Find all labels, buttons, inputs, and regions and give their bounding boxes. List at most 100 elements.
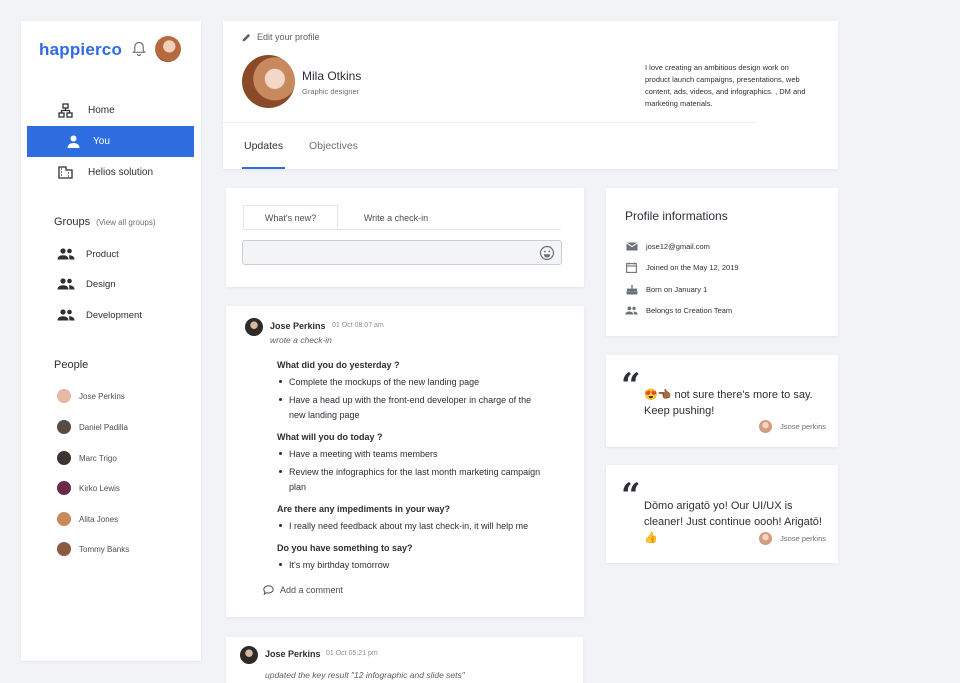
tab-write-check-in[interactable]: Write a check-in <box>338 205 454 230</box>
quote-card: “ Dōmo arigatō yo! Our UI/UX is cleaner!… <box>606 465 838 563</box>
profile-bio: I love creating an ambitious design work… <box>645 63 806 108</box>
team-value: Belongs to Creation Team <box>646 306 733 315</box>
logo[interactable]: happierco <box>39 40 122 60</box>
person-item[interactable]: Jose Perkins <box>57 388 125 404</box>
view-all-groups-link[interactable]: (View all groups) <box>96 218 155 227</box>
building-icon <box>57 165 73 181</box>
nav-helios-solution[interactable]: Helios solution <box>27 157 194 188</box>
person-name: Kirko Lewis <box>79 483 120 493</box>
group-development[interactable]: Development <box>57 306 142 324</box>
tab-updates[interactable]: Updates <box>244 140 283 152</box>
checkin-answer: Have a meeting with teams members <box>279 447 549 462</box>
person-name: Jose Perkins <box>79 391 125 401</box>
edit-profile-label: Edit your profile <box>257 32 320 42</box>
avatar <box>57 420 71 434</box>
group-development-label: Development <box>86 309 142 321</box>
quote-author[interactable]: Jsose perkins <box>759 532 826 545</box>
sidebar: happierco Home You Helios solution Group… <box>21 21 201 661</box>
person-item[interactable]: Alita Jones <box>57 511 118 527</box>
person-name: Tommy Banks <box>79 544 130 554</box>
group-icon <box>57 248 75 260</box>
profile-role: Graphic designer <box>302 87 360 96</box>
avatar[interactable] <box>240 646 258 664</box>
cake-icon <box>625 284 638 295</box>
user-avatar[interactable] <box>155 36 181 62</box>
group-icon <box>625 305 638 316</box>
team-row: Belongs to Creation Team <box>625 305 732 316</box>
nav-you-label: You <box>93 136 110 147</box>
post-action: updated the key result "12 infographic a… <box>265 670 465 680</box>
born-value: Born on January 1 <box>646 285 708 294</box>
email-row: jose12@gmail.com <box>625 241 710 252</box>
avatar <box>57 389 71 403</box>
quote-icon: “ <box>621 476 641 516</box>
checkin-question: Are there any impediments in your way? <box>277 504 451 514</box>
logo-text: happierco <box>39 40 123 59</box>
quote-author[interactable]: Jsose perkins <box>759 420 826 433</box>
nav-home-label: Home <box>88 105 115 116</box>
email-value[interactable]: jose12@gmail.com <box>646 242 710 251</box>
checkin-answer: Review the infographics for the last mon… <box>279 465 549 495</box>
quote-icon: “ <box>621 366 641 406</box>
avatar <box>57 481 71 495</box>
avatar <box>57 451 71 465</box>
tab-objectives[interactable]: Objectives <box>309 140 358 152</box>
mail-icon <box>625 241 638 252</box>
nav-you[interactable]: You <box>27 126 194 157</box>
post-timestamp: 01 Oct 05:21 pm <box>326 650 378 657</box>
groups-title: Groups (View all groups) <box>54 216 156 228</box>
feed-post: Jose Perkins 01 Oct 08:07 am wrote a che… <box>226 306 584 617</box>
person-icon <box>65 134 81 150</box>
checkin-question: Do you have something to say? <box>277 543 413 553</box>
edit-profile-link[interactable]: Edit your profile <box>242 32 320 42</box>
tab-whats-new[interactable]: What's new? <box>243 205 338 230</box>
compose-box: What's new? Write a check-in <box>226 188 584 287</box>
post-action: wrote a check-in <box>270 335 332 345</box>
comment-icon <box>263 585 274 595</box>
people-title: People <box>54 359 88 371</box>
person-item[interactable]: Daniel Padilla <box>57 419 128 435</box>
checkin-question: What will you do today ? <box>277 432 383 442</box>
joined-value: Joined on the May 12, 2019 <box>646 263 739 272</box>
bell-icon[interactable] <box>132 41 146 57</box>
born-row: Born on January 1 <box>625 284 707 295</box>
feed-post: Jose Perkins 01 Oct 05:21 pm updated the… <box>226 637 583 683</box>
post-timestamp: 01 Oct 08:07 am <box>332 322 384 329</box>
compose-input[interactable] <box>242 240 562 265</box>
profile-name: Mila Otkins <box>302 69 362 83</box>
pencil-icon <box>242 33 251 41</box>
group-product[interactable]: Product <box>57 245 119 263</box>
person-item[interactable]: Marc Trigo <box>57 450 117 466</box>
emoji-icon[interactable] <box>539 245 555 261</box>
person-item[interactable]: Tommy Banks <box>57 541 129 557</box>
add-comment-label: Add a comment <box>280 585 344 595</box>
checkin-answer: Have a head up with the front-end develo… <box>279 393 549 423</box>
groups-title-text: Groups <box>54 216 91 228</box>
nav-home[interactable]: Home <box>27 95 194 126</box>
avatar <box>57 512 71 526</box>
avatar <box>57 542 71 556</box>
group-design[interactable]: Design <box>57 275 116 293</box>
quote-author-name: Jsose perkins <box>780 422 826 431</box>
checkin-answer: Complete the mockups of the new landing … <box>279 375 549 390</box>
post-author[interactable]: Jose Perkins <box>265 649 321 659</box>
active-tab-indicator <box>242 167 285 169</box>
group-icon <box>57 309 75 321</box>
person-name: Alita Jones <box>79 514 119 524</box>
group-design-label: Design <box>86 278 116 290</box>
profile-avatar[interactable] <box>242 55 295 108</box>
quote-author-name: Jsose perkins <box>780 534 826 543</box>
group-product-label: Product <box>86 248 119 260</box>
group-icon <box>57 278 75 290</box>
quote-text: 😍👈🏾 not sure there's more to say. Keep p… <box>644 389 813 417</box>
profile-header: Edit your profile Mila Otkins Graphic de… <box>223 21 838 169</box>
avatar[interactable] <box>245 318 263 336</box>
divider <box>223 122 756 123</box>
hierarchy-icon <box>57 103 73 119</box>
person-item[interactable]: Kirko Lewis <box>57 480 120 496</box>
add-comment-button[interactable]: Add a comment <box>263 585 343 595</box>
post-author[interactable]: Jose Perkins <box>270 321 326 331</box>
people-title-text: People <box>54 359 89 371</box>
checkin-answer: I really need feedback about my last che… <box>279 519 549 534</box>
avatar <box>759 420 773 433</box>
